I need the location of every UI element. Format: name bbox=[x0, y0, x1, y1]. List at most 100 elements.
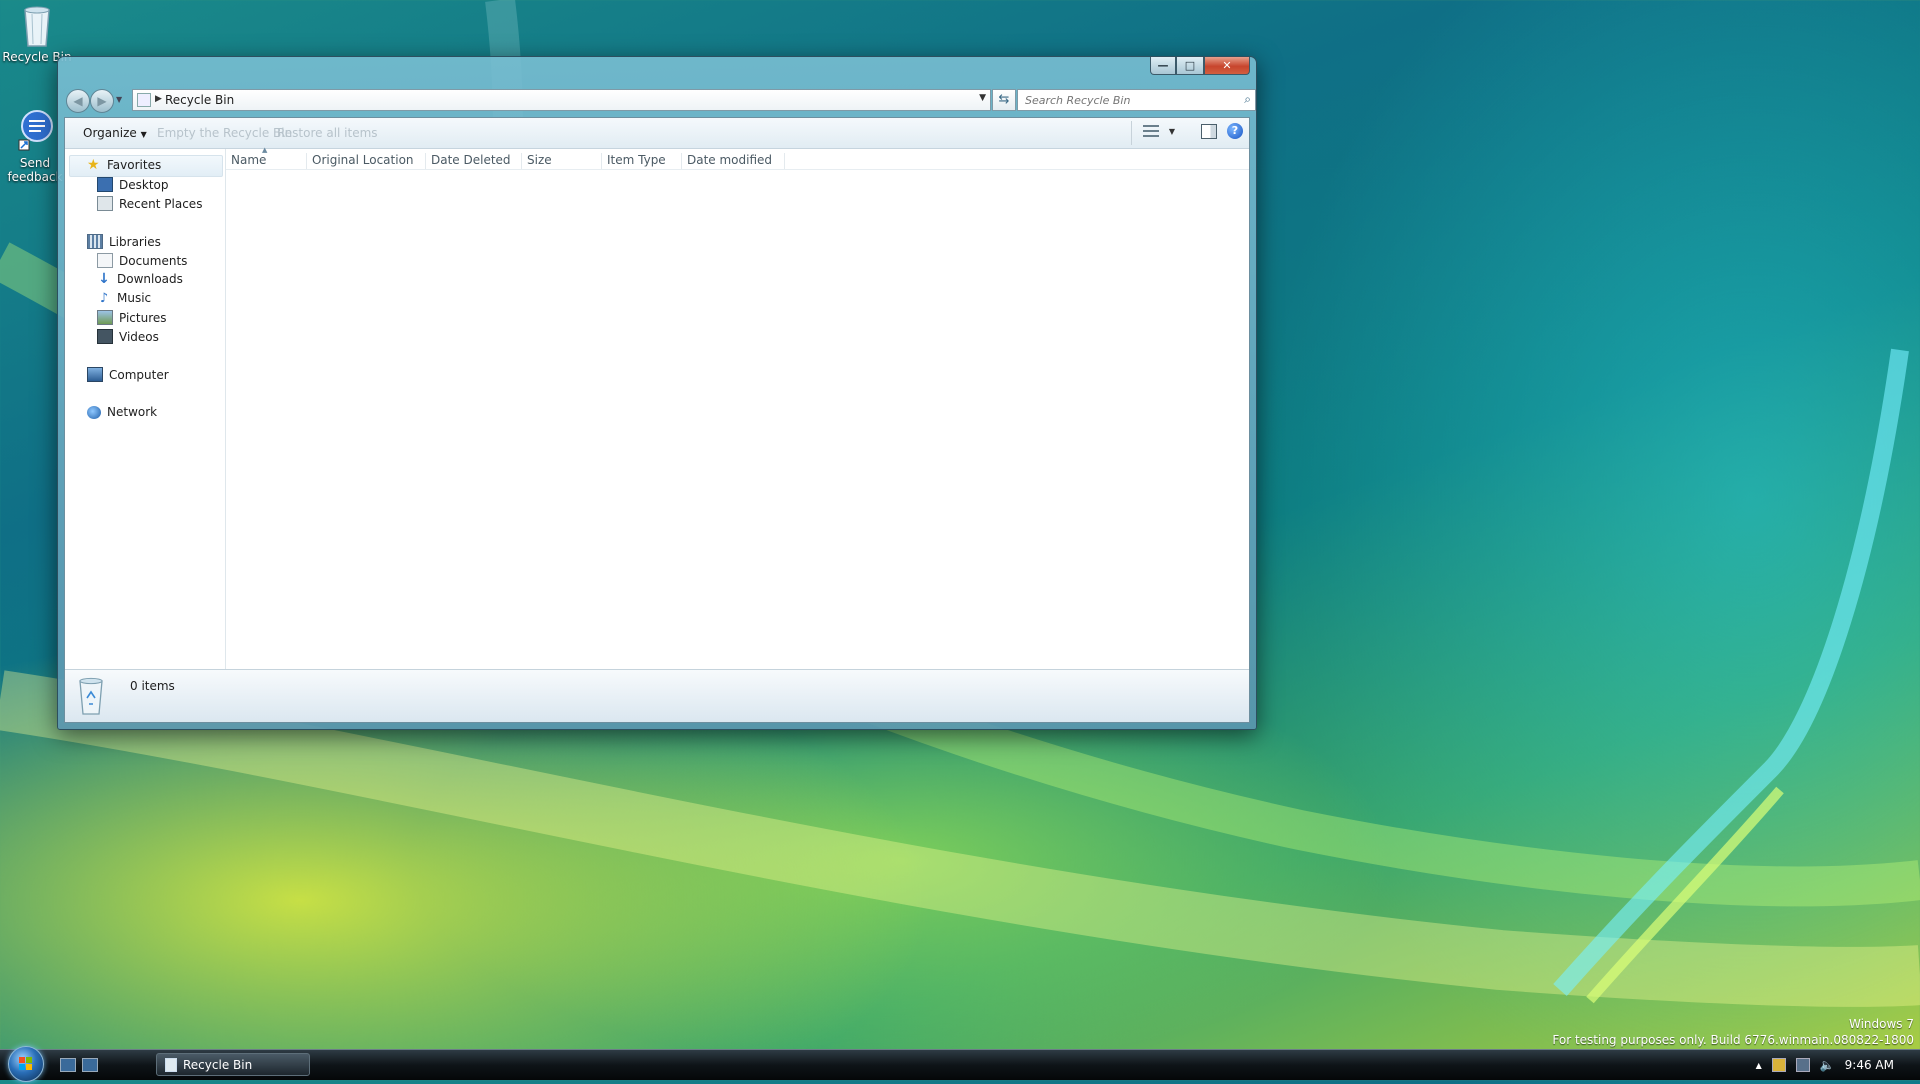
help-icon[interactable]: ? bbox=[1227, 123, 1243, 139]
downloads-icon: ↓ bbox=[98, 270, 110, 287]
show-desktop-icon[interactable] bbox=[60, 1058, 76, 1072]
computer-icon bbox=[87, 367, 103, 382]
nav-label: Documents bbox=[119, 253, 188, 268]
navigation-pane: ★ Favorites Desktop Recent Places Librar… bbox=[65, 149, 226, 670]
nav-item-network[interactable]: Network bbox=[87, 405, 157, 419]
nav-item-downloads[interactable]: ↓ Downloads bbox=[97, 270, 183, 287]
nav-label: Music bbox=[117, 291, 152, 305]
build-watermark: Windows 7 For testing purposes only. Bui… bbox=[1552, 1016, 1914, 1048]
maximize-button[interactable]: □ bbox=[1176, 57, 1204, 75]
change-view-icon[interactable] bbox=[1142, 124, 1159, 138]
column-headers: ▲ Name Original Location Date Deleted Si… bbox=[226, 146, 1249, 170]
recycle-bin-icon bbox=[17, 4, 57, 48]
column-item-type[interactable]: Item Type bbox=[602, 153, 682, 169]
recycle-bin-icon bbox=[75, 676, 107, 716]
switch-windows-icon[interactable] bbox=[82, 1058, 98, 1072]
column-size[interactable]: Size bbox=[522, 153, 602, 169]
details-pane: 0 items bbox=[65, 669, 1249, 722]
organize-button[interactable]: Organize ▼ bbox=[83, 126, 147, 140]
column-date-modified[interactable]: Date modified bbox=[682, 153, 785, 169]
documents-icon bbox=[97, 253, 113, 268]
back-arrow-icon: ◀ bbox=[73, 94, 83, 108]
search-icon[interactable]: ⌕ bbox=[1244, 92, 1251, 107]
chevron-down-icon: ▼ bbox=[140, 130, 147, 139]
recent-pages-dropdown-icon[interactable]: ▼ bbox=[116, 95, 122, 104]
volume-icon[interactable]: 🔈 bbox=[1820, 1058, 1835, 1072]
organize-label: Organize bbox=[83, 126, 137, 140]
recycle-bin-small-icon bbox=[137, 93, 151, 107]
taskbar: Recycle Bin ▲ 🔈 9:46 AM bbox=[0, 1046, 1920, 1082]
watermark-os-name: Windows 7 bbox=[1848, 1017, 1914, 1031]
nav-item-pictures[interactable]: Pictures bbox=[97, 310, 167, 325]
search-input[interactable] bbox=[1023, 93, 1227, 108]
nav-label: Pictures bbox=[119, 310, 167, 325]
forward-arrow-icon: ▶ bbox=[97, 94, 107, 108]
column-name[interactable]: Name bbox=[226, 153, 307, 169]
navigation-bar: ◀ ▶ ▼ ▶ Recycle Bin ▼ ⇆ ⌕ bbox=[64, 87, 1256, 113]
empty-recycle-bin-button[interactable]: Empty the Recycle Bin bbox=[157, 126, 292, 140]
nav-label: Network bbox=[107, 405, 158, 419]
nav-item-desktop[interactable]: Desktop bbox=[97, 177, 169, 192]
column-original-location[interactable]: Original Location bbox=[307, 153, 426, 169]
close-icon: ✕ bbox=[1222, 59, 1232, 72]
nav-item-videos[interactable]: Videos bbox=[97, 329, 159, 344]
recent-places-icon bbox=[97, 196, 113, 211]
breadcrumb-recycle-bin[interactable]: Recycle Bin bbox=[165, 93, 234, 107]
nav-item-favorites[interactable]: ★ Favorites bbox=[87, 156, 162, 173]
item-count: 0 items bbox=[130, 679, 175, 693]
address-bar[interactable]: ▶ Recycle Bin ▼ bbox=[132, 89, 991, 111]
nav-label: Computer bbox=[109, 367, 169, 382]
refresh-button[interactable]: ⇆ bbox=[992, 89, 1016, 111]
window-client-area: Organize ▼ Empty the Recycle Bin Restore… bbox=[64, 117, 1250, 723]
start-button[interactable] bbox=[8, 1046, 44, 1082]
nav-label: Desktop bbox=[119, 177, 169, 192]
file-list[interactable]: ▲ Name Original Location Date Deleted Si… bbox=[226, 146, 1249, 670]
nav-item-computer[interactable]: Computer bbox=[87, 367, 169, 382]
pictures-icon bbox=[97, 310, 113, 325]
nav-item-documents[interactable]: Documents bbox=[97, 253, 187, 268]
network-tray-icon[interactable] bbox=[1795, 1058, 1810, 1072]
back-button[interactable]: ◀ bbox=[66, 89, 90, 113]
toolbar-divider bbox=[1131, 121, 1132, 145]
nav-label: Favorites bbox=[107, 158, 162, 172]
nav-item-recent-places[interactable]: Recent Places bbox=[97, 196, 202, 211]
watermark-build-info: For testing purposes only. Build 6776.wi… bbox=[1552, 1033, 1914, 1047]
nav-item-libraries[interactable]: Libraries bbox=[87, 234, 161, 249]
star-icon: ★ bbox=[87, 156, 100, 173]
nav-label: Recent Places bbox=[119, 196, 203, 211]
caption-buttons: — □ ✕ bbox=[1150, 57, 1250, 75]
clock[interactable]: 9:46 AM bbox=[1845, 1058, 1894, 1072]
windows-logo-icon bbox=[19, 1057, 32, 1070]
desktop-icon bbox=[97, 177, 113, 192]
videos-icon bbox=[97, 329, 113, 344]
toolbar-right-group: ▼ ? bbox=[1142, 123, 1243, 139]
maximize-icon: □ bbox=[1184, 59, 1196, 72]
close-button[interactable]: ✕ bbox=[1204, 57, 1250, 75]
nav-label: Libraries bbox=[109, 234, 161, 249]
notification-area: ▲ 🔈 9:46 AM bbox=[1756, 1050, 1920, 1080]
breadcrumb-chevron-icon[interactable]: ▶ bbox=[155, 94, 162, 104]
taskbar-button-label: Recycle Bin bbox=[183, 1057, 253, 1072]
nav-item-music[interactable]: ♪ Music bbox=[97, 291, 151, 305]
libraries-icon bbox=[87, 234, 103, 249]
music-icon: ♪ bbox=[99, 290, 109, 306]
desktop-icon-recycle-bin[interactable]: Recycle Bin bbox=[2, 4, 72, 64]
address-dropdown-icon[interactable]: ▼ bbox=[979, 93, 986, 103]
nav-label: Videos bbox=[119, 329, 159, 344]
search-box[interactable]: ⌕ bbox=[1017, 89, 1256, 111]
explorer-window: — □ ✕ ◀ ▶ ▼ ▶ Recycle Bin ▼ ⇆ ⌕ Organize… bbox=[57, 56, 1257, 730]
refresh-icon: ⇆ bbox=[998, 92, 1010, 107]
command-bar: Organize ▼ Empty the Recycle Bin Restore… bbox=[65, 118, 1249, 149]
action-center-icon[interactable] bbox=[1771, 1058, 1786, 1072]
recycle-bin-small-icon bbox=[165, 1057, 177, 1072]
views-dropdown-icon[interactable]: ▼ bbox=[1169, 127, 1175, 136]
restore-all-items-button[interactable]: Restore all items bbox=[277, 126, 378, 140]
taskbar-button-recycle-bin[interactable]: Recycle Bin bbox=[156, 1053, 310, 1076]
show-hidden-icons-icon[interactable]: ▲ bbox=[1756, 1061, 1762, 1070]
network-icon bbox=[87, 405, 101, 419]
nav-label: Downloads bbox=[117, 272, 183, 286]
forward-button[interactable]: ▶ bbox=[90, 89, 114, 113]
column-date-deleted[interactable]: Date Deleted bbox=[426, 153, 522, 169]
minimize-button[interactable]: — bbox=[1150, 57, 1176, 75]
preview-pane-icon[interactable] bbox=[1201, 123, 1217, 139]
